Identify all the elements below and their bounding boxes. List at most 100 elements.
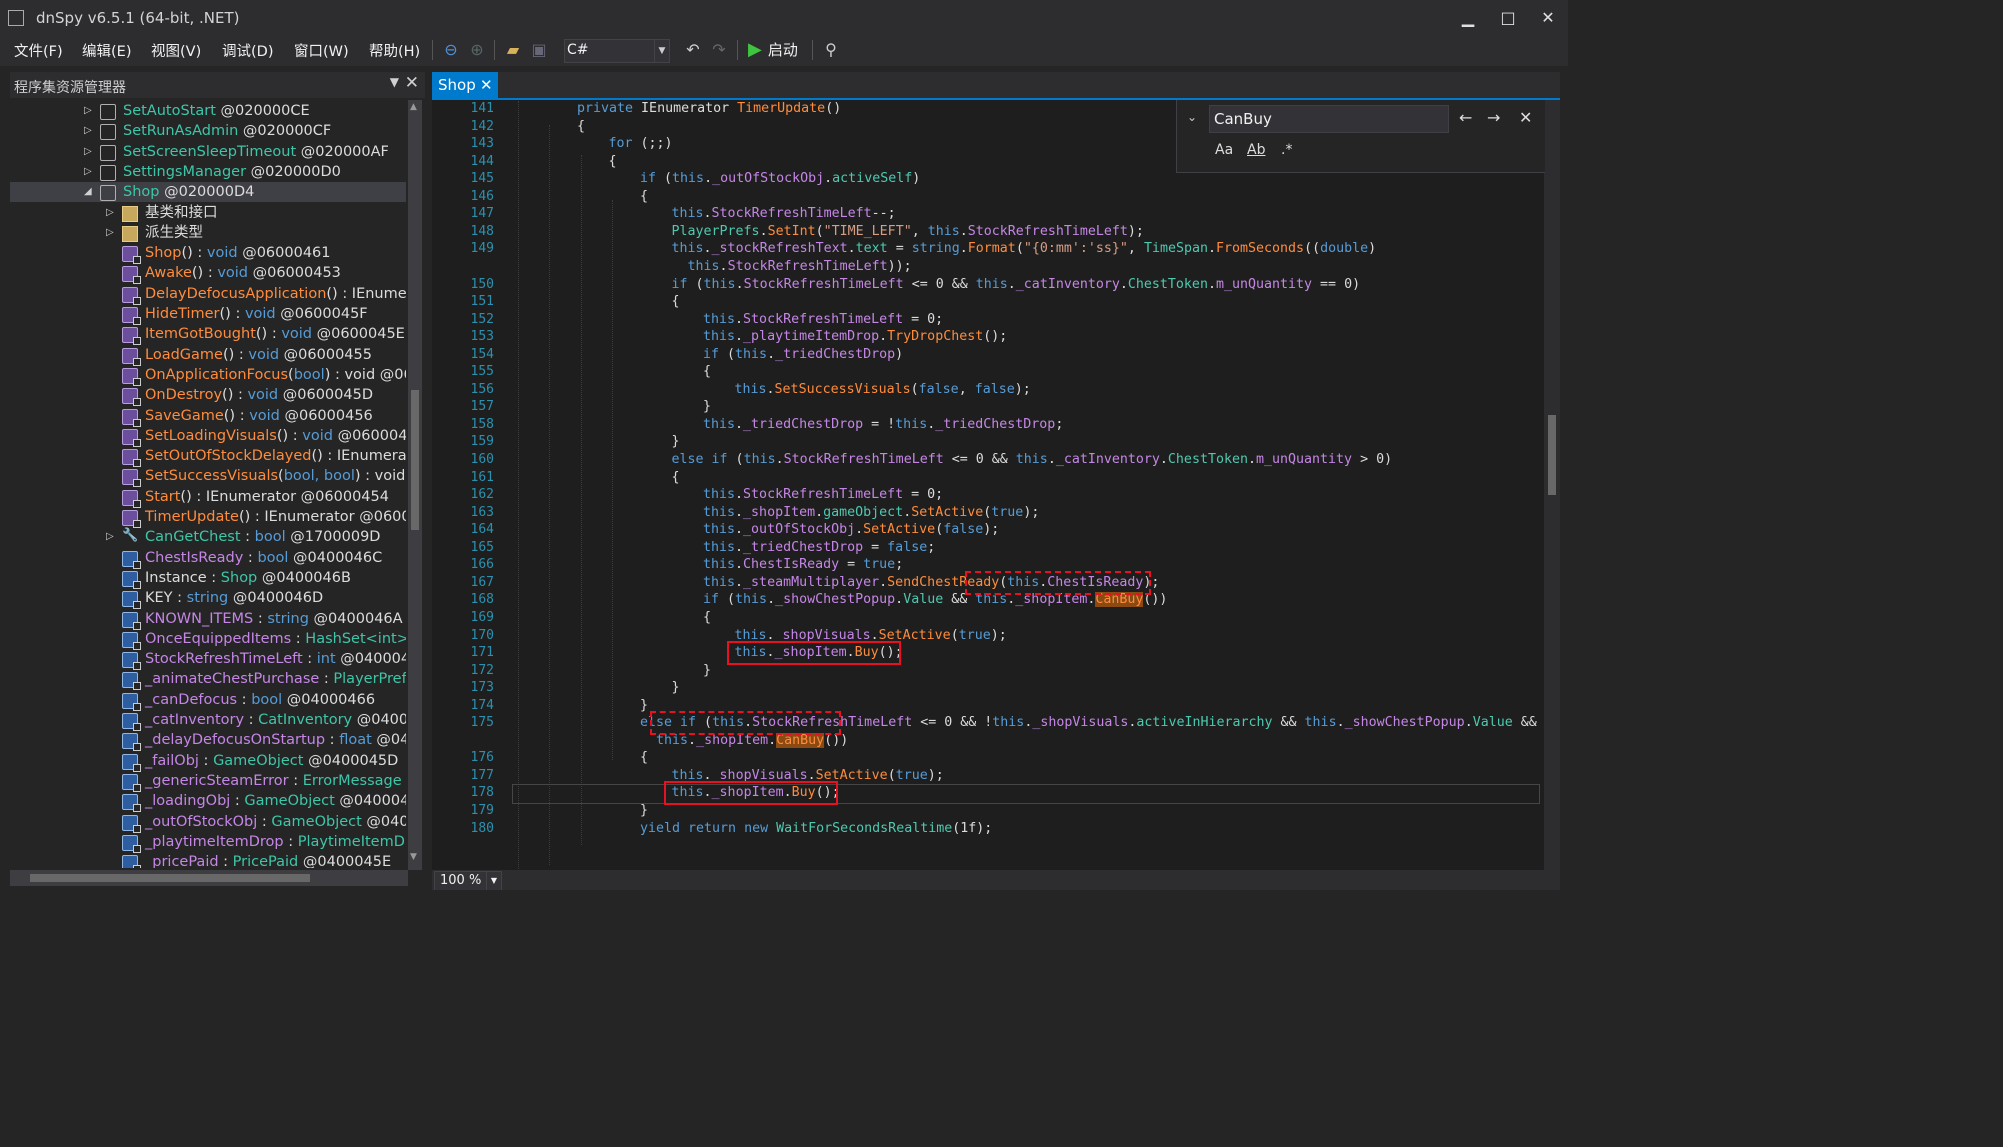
tree-item[interactable]: _genericSteamError : ErrorMessage @0 xyxy=(10,771,406,792)
open-folder-icon[interactable]: ▰ xyxy=(502,38,524,62)
code-line[interactable]: { xyxy=(703,610,711,625)
code-line[interactable]: this._triedChestDrop = !this._triedChest… xyxy=(703,417,1063,432)
start-button[interactable]: ▶ 启动 xyxy=(748,38,798,62)
tree-item[interactable]: TimerUpdate() : IEnumerator @060004 xyxy=(10,507,406,528)
code-line[interactable]: } xyxy=(640,698,648,713)
tree-item[interactable]: KEY : string @0400046D xyxy=(10,588,406,610)
code-line[interactable]: } xyxy=(672,434,680,449)
collapse-arrow-icon[interactable]: ◢ xyxy=(84,182,92,202)
minimize-button[interactable]: ▁ xyxy=(1448,4,1488,32)
tree-item[interactable]: _playtimeItemDrop : PlaytimeItemDrop xyxy=(10,832,406,853)
find-input[interactable]: CanBuy xyxy=(1209,105,1449,133)
tree-item[interactable]: OnApplicationFocus(bool) : void @060 xyxy=(10,365,406,386)
menu-edit[interactable]: 编辑(E) xyxy=(82,40,131,61)
code-line[interactable]: this._triedChestDrop = false; xyxy=(703,540,935,555)
expand-arrow-icon[interactable]: ▷ xyxy=(84,162,92,182)
tree-item[interactable]: Awake() : void @06000453 xyxy=(10,263,406,285)
close-tab-icon[interactable]: ✕ xyxy=(480,72,493,98)
assembly-tree[interactable]: ▷ SetAutoStart @020000CE ▷ SetRunAsAdmin @0… xyxy=(10,100,406,868)
tree-item[interactable]: ▷ SettingsManager @020000D0 xyxy=(10,162,406,182)
tree-item[interactable]: StockRefreshTimeLeft : int @04000463 xyxy=(10,649,406,671)
tree-item[interactable]: Start() : IEnumerator @06000454 xyxy=(10,487,406,508)
code-line[interactable]: if (this._triedChestDrop) xyxy=(703,347,903,362)
tree-item[interactable]: OnDestroy() : void @0600045D xyxy=(10,385,406,407)
tree-item[interactable]: SetSuccessVisuals(bool, bool) : void @0 xyxy=(10,466,406,488)
code-line[interactable]: this._stockRefreshText.text = string.For… xyxy=(672,241,1377,256)
save-icon[interactable]: ▣ xyxy=(528,38,550,62)
tree-item[interactable]: _loadingObj : GameObject @0400045 xyxy=(10,791,406,813)
code-line[interactable]: { xyxy=(672,294,680,309)
tree-item[interactable]: ▷ SetAutoStart @020000CE xyxy=(10,101,406,121)
tree-item[interactable]: ItemGotBought() : void @0600045E xyxy=(10,324,406,346)
redo-icon[interactable]: ↷ xyxy=(708,38,730,62)
forward-icon[interactable]: ⊕ xyxy=(466,38,488,62)
code-line[interactable]: for (;;) xyxy=(609,136,673,151)
code-line[interactable]: else if (this.StockRefreshTimeLeft <= 0 … xyxy=(672,452,1393,467)
chevron-down-icon[interactable]: ▼ xyxy=(390,75,399,89)
match-case-toggle[interactable]: Aa xyxy=(1215,142,1233,158)
scroll-thumb[interactable] xyxy=(1548,415,1556,495)
explorer-horizontal-scrollbar[interactable] xyxy=(10,870,408,886)
tree-item[interactable]: KNOWN_ITEMS : string @0400046A xyxy=(10,609,406,630)
scroll-down-icon[interactable]: ▼ xyxy=(410,852,417,862)
tree-item[interactable]: HideTimer() : void @0600045F xyxy=(10,304,406,325)
code-line[interactable]: this.StockRefreshTimeLeft = 0; xyxy=(703,487,943,502)
search-icon[interactable]: ⚲ xyxy=(820,38,842,62)
code-line[interactable]: { xyxy=(672,470,680,485)
find-next-icon[interactable]: → xyxy=(1487,108,1500,127)
code-line[interactable]: this.ChestIsReady = true; xyxy=(703,557,903,572)
code-line[interactable]: this.StockRefreshTimeLeft--; xyxy=(672,206,896,221)
find-previous-icon[interactable]: ← xyxy=(1459,108,1472,127)
menu-debug[interactable]: 调试(D) xyxy=(222,40,273,61)
menu-file[interactable]: 文件(F) xyxy=(14,40,63,61)
tree-item[interactable]: _catInventory : CatInventory @040004 xyxy=(10,710,406,731)
tree-item[interactable]: _failObj : GameObject @0400045D xyxy=(10,751,406,772)
tree-item[interactable]: ▷ 🔧 CanGetChest : bool @1700009D xyxy=(10,527,406,547)
language-select[interactable]: C# ▼ xyxy=(564,39,670,63)
code-line[interactable]: } xyxy=(672,680,680,695)
tree-item[interactable]: _outOfStockObj : GameObject @04000 xyxy=(10,812,406,833)
expand-arrow-icon[interactable]: ▷ xyxy=(84,101,92,121)
undo-icon[interactable]: ↶ xyxy=(682,38,704,62)
code-line[interactable]: } xyxy=(703,399,711,414)
code-line[interactable]: { xyxy=(609,154,617,169)
code-line[interactable]: yield return new WaitForSecondsRealtime(… xyxy=(640,821,992,836)
code-line[interactable]: { xyxy=(640,750,648,765)
tree-item[interactable]: Shop() : void @06000461 xyxy=(10,243,406,265)
app-icon[interactable] xyxy=(8,10,24,26)
whole-word-toggle[interactable]: Ab xyxy=(1247,142,1265,158)
tree-item[interactable]: ▷ SetScreenSleepTimeout @020000AF xyxy=(10,142,406,162)
tree-item[interactable]: SaveGame() : void @06000456 xyxy=(10,406,406,427)
tree-item[interactable]: _canDefocus : bool @04000466 xyxy=(10,690,406,711)
expand-arrow-icon[interactable]: ▷ xyxy=(106,527,114,547)
scroll-thumb[interactable] xyxy=(30,874,310,882)
code-editor[interactable]: 141 private IEnumerator TimerUpdate() 142 {… xyxy=(432,100,1544,870)
tree-item[interactable]: OnceEquippedItems : HashSet<int> @ xyxy=(10,629,406,650)
menu-help[interactable]: 帮助(H) xyxy=(369,40,420,61)
close-find-icon[interactable]: ✕ xyxy=(1519,108,1532,127)
tree-item[interactable]: ◢ Shop @020000D4 xyxy=(10,182,406,203)
tree-item[interactable]: LoadGame() : void @06000455 xyxy=(10,345,406,366)
menu-window[interactable]: 窗口(W) xyxy=(294,40,349,61)
tree-item[interactable]: SetOutOfStockDelayed() : IEnumerator xyxy=(10,446,406,468)
tree-item[interactable]: Instance : Shop @0400046B xyxy=(10,568,406,589)
code-line[interactable]: this.StockRefreshTimeLeft)); xyxy=(672,259,912,274)
code-line[interactable]: this.StockRefreshTimeLeft = 0; xyxy=(703,312,943,327)
close-window-button[interactable]: ✕ xyxy=(1528,4,1568,32)
back-icon[interactable]: ⊖ xyxy=(440,38,462,62)
code-line[interactable]: private IEnumerator TimerUpdate() xyxy=(577,101,841,116)
code-line[interactable]: if (this._outOfStockObj.activeSelf) xyxy=(640,171,920,186)
regex-toggle[interactable]: .* xyxy=(1281,142,1292,158)
menu-view[interactable]: 视图(V) xyxy=(151,40,201,61)
tree-item[interactable]: SetLoadingVisuals() : void @06000457 xyxy=(10,426,406,447)
expand-arrow-icon[interactable]: ▷ xyxy=(106,203,114,223)
tree-item[interactable]: ▷ SetRunAsAdmin @020000CF xyxy=(10,121,406,141)
tree-item[interactable]: ▷ 派生类型 xyxy=(10,223,406,243)
code-line[interactable]: this._outOfStockObj.SetActive(false); xyxy=(703,522,999,537)
tree-item[interactable]: _animateChestPurchase : PlayerPrefsTo xyxy=(10,669,406,691)
expand-arrow-icon[interactable]: ▷ xyxy=(84,121,92,141)
code-line[interactable]: } xyxy=(703,663,711,678)
code-line[interactable]: { xyxy=(703,364,711,379)
explorer-vertical-scrollbar[interactable]: ▲ ▼ xyxy=(408,100,422,870)
scroll-thumb[interactable] xyxy=(411,390,419,530)
